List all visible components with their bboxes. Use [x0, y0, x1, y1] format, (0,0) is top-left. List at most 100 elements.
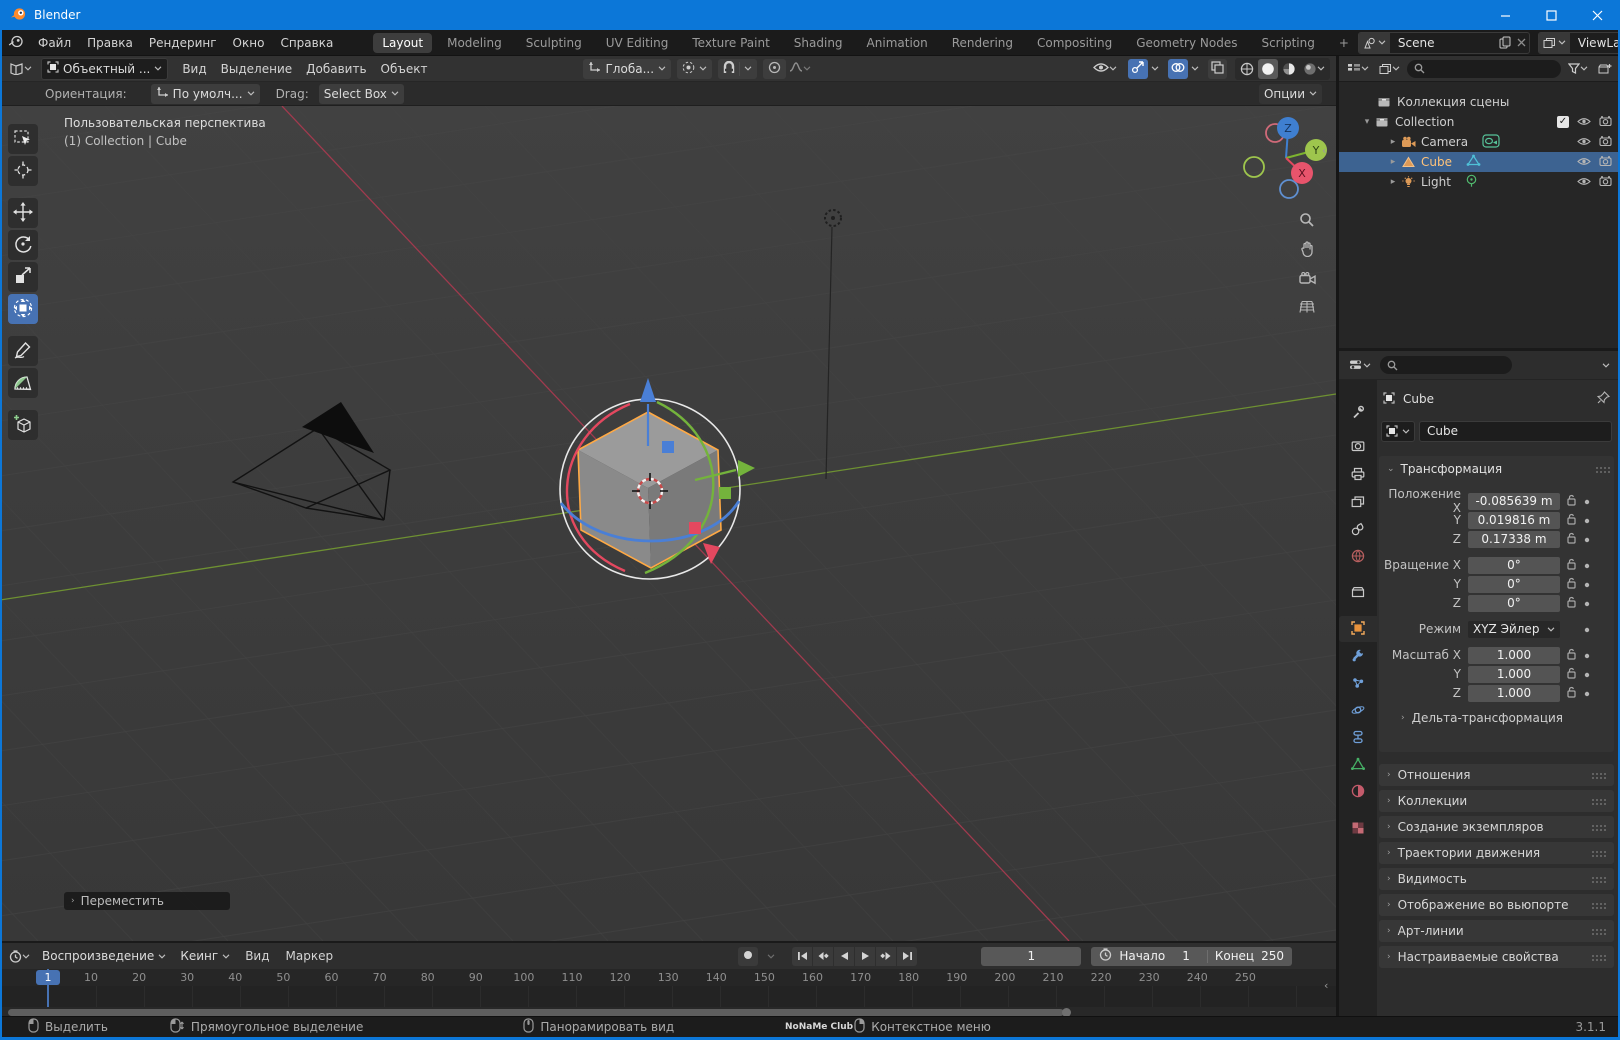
- jump-to-end-button[interactable]: [897, 946, 918, 966]
- add-workspace-button[interactable]: +: [1330, 33, 1358, 53]
- gizmo-dropdown[interactable]: [1148, 59, 1162, 79]
- disable-render-icon[interactable]: [1599, 175, 1612, 189]
- expander-icon[interactable]: ▸: [1387, 137, 1399, 147]
- axis-neg-z-ball[interactable]: [1279, 179, 1299, 199]
- visibility-dropdown[interactable]: [1090, 59, 1120, 79]
- disable-render-icon[interactable]: [1599, 155, 1612, 169]
- pan-view-icon[interactable]: [1296, 238, 1318, 260]
- tool-cursor[interactable]: [8, 156, 38, 186]
- panel-grip[interactable]: [1591, 849, 1606, 857]
- outliner-display-mode-icon[interactable]: [1344, 59, 1372, 79]
- panel-grip[interactable]: [1591, 875, 1606, 883]
- lock-icon[interactable]: [1566, 513, 1577, 528]
- transform-value-field[interactable]: 0°: [1468, 575, 1560, 593]
- timeline-editor-selector[interactable]: [6, 946, 33, 966]
- animate-dot-icon[interactable]: [1584, 513, 1590, 527]
- lock-icon[interactable]: [1566, 494, 1577, 509]
- proportional-editing-toggle[interactable]: [763, 58, 787, 79]
- expander-icon[interactable]: ▾: [1361, 117, 1373, 127]
- main-menu-item[interactable]: Файл: [32, 34, 77, 52]
- transform-value-field[interactable]: -0.085639 m: [1468, 492, 1560, 510]
- editor-type-selector[interactable]: [6, 59, 35, 79]
- expander-icon[interactable]: ▸: [1387, 157, 1399, 167]
- outliner-item-label[interactable]: Cube: [1421, 155, 1452, 169]
- tool-select-box[interactable]: [8, 124, 38, 154]
- show-overlays-toggle[interactable]: [1168, 58, 1188, 79]
- options-dropdown[interactable]: Опции: [1258, 83, 1322, 104]
- region-collapse-arrow[interactable]: ‹: [1322, 144, 1326, 157]
- start-frame-value[interactable]: 1: [1172, 949, 1200, 963]
- properties-section-2[interactable]: › Создание экземпляров: [1379, 816, 1614, 838]
- operator-panel[interactable]: › Переместить: [64, 892, 230, 910]
- viewport-menu-item[interactable]: Выделение: [215, 60, 298, 78]
- scrollbar-thumb[interactable]: [8, 1009, 1064, 1016]
- outliner-row-collection[interactable]: ▾ Collection ✓: [1339, 112, 1620, 132]
- keying-menu[interactable]: Кеинг: [175, 946, 236, 966]
- panel-grip[interactable]: [1591, 927, 1606, 935]
- animate-dot-icon[interactable]: [1584, 532, 1590, 546]
- animate-dot-icon[interactable]: [1584, 596, 1590, 610]
- delta-transform-header[interactable]: › Дельта-трансформация: [1379, 709, 1616, 727]
- shading-rendered-icon[interactable]: [1300, 59, 1328, 79]
- workspace-tab-modeling[interactable]: Modeling: [438, 33, 511, 53]
- properties-tab-texture[interactable]: [1339, 816, 1377, 842]
- collection-checkbox[interactable]: ✓: [1557, 116, 1569, 128]
- show-gizmo-toggle[interactable]: [1128, 58, 1148, 79]
- properties-tab-constraints[interactable]: [1339, 725, 1377, 751]
- properties-tab-tool[interactable]: [1339, 400, 1377, 426]
- hide-eye-icon[interactable]: [1577, 155, 1591, 169]
- object-name-field[interactable]: Cube: [1419, 420, 1612, 442]
- close-button[interactable]: [1574, 0, 1620, 30]
- tool-rotate[interactable]: [8, 230, 38, 260]
- toggle-ortho-icon[interactable]: [1296, 296, 1318, 318]
- lock-icon[interactable]: [1566, 648, 1577, 663]
- properties-tab-output[interactable]: [1339, 462, 1377, 488]
- blender-menu-icon[interactable]: [8, 35, 24, 51]
- tool-move[interactable]: [8, 198, 38, 228]
- tool-transform[interactable]: [8, 294, 38, 324]
- view-layer-selector[interactable]: ViewLayer: [1537, 31, 1620, 54]
- workspace-tab-shading[interactable]: Shading: [785, 33, 852, 53]
- viewport-canvas[interactable]: Z Y X: [0, 106, 1336, 941]
- viewport-menu-item[interactable]: Вид: [176, 60, 212, 78]
- play-button[interactable]: [855, 946, 876, 966]
- outliner-row-camera[interactable]: ▸ Camera: [1339, 132, 1620, 152]
- navigation-gizmo[interactable]: Z Y X: [1243, 117, 1327, 199]
- lock-icon[interactable]: [1566, 667, 1577, 682]
- overlays-dropdown[interactable]: [1188, 59, 1202, 79]
- transform-value-field[interactable]: 1.000: [1468, 684, 1560, 702]
- snap-toggle[interactable]: [718, 58, 758, 79]
- zoom-view-icon[interactable]: [1296, 209, 1318, 231]
- workspace-tab-uv-editing[interactable]: UV Editing: [597, 33, 678, 53]
- minimize-button[interactable]: [1482, 0, 1528, 30]
- workspace-tab-rendering[interactable]: Rendering: [943, 33, 1022, 53]
- shading-wireframe-icon[interactable]: [1237, 59, 1257, 79]
- object-id-dropdown[interactable]: [1381, 420, 1415, 442]
- disable-render-icon[interactable]: [1599, 135, 1612, 149]
- timeline-marker-menu[interactable]: Маркер: [280, 947, 340, 965]
- viewport-menu-item[interactable]: Добавить: [300, 60, 372, 78]
- workspace-tab-geometry-nodes[interactable]: Geometry Nodes: [1127, 33, 1246, 53]
- hide-eye-icon[interactable]: [1577, 135, 1591, 149]
- lock-icon[interactable]: [1566, 596, 1577, 611]
- outliner-item-label[interactable]: Light: [1421, 175, 1451, 189]
- scene-selector[interactable]: Scene: [1357, 31, 1530, 54]
- unlink-scene-icon[interactable]: [1514, 33, 1529, 53]
- properties-section-3[interactable]: › Траектории движения: [1379, 842, 1614, 864]
- maximize-button[interactable]: [1528, 0, 1574, 30]
- tool-annotate[interactable]: [8, 336, 38, 366]
- scene-name[interactable]: Scene: [1390, 36, 1496, 50]
- properties-tab-scene[interactable]: [1339, 517, 1377, 543]
- animate-dot-icon[interactable]: [1584, 648, 1590, 662]
- auto-keying-toggle[interactable]: [738, 946, 759, 966]
- end-frame-value[interactable]: 250: [1261, 949, 1284, 963]
- outliner-row-light[interactable]: ▸ Light: [1339, 172, 1620, 192]
- outliner-row-cube[interactable]: ▸ Cube: [1339, 152, 1620, 172]
- properties-tab-object[interactable]: [1339, 616, 1377, 642]
- breadcrumb-label[interactable]: Cube: [1403, 392, 1434, 406]
- new-collection-icon[interactable]: [1595, 59, 1615, 79]
- properties-tab-view-layer[interactable]: [1339, 490, 1377, 516]
- properties-tab-world[interactable]: [1339, 544, 1377, 570]
- expander-icon[interactable]: ▸: [1387, 177, 1399, 187]
- current-frame-field[interactable]: 1: [981, 946, 1082, 966]
